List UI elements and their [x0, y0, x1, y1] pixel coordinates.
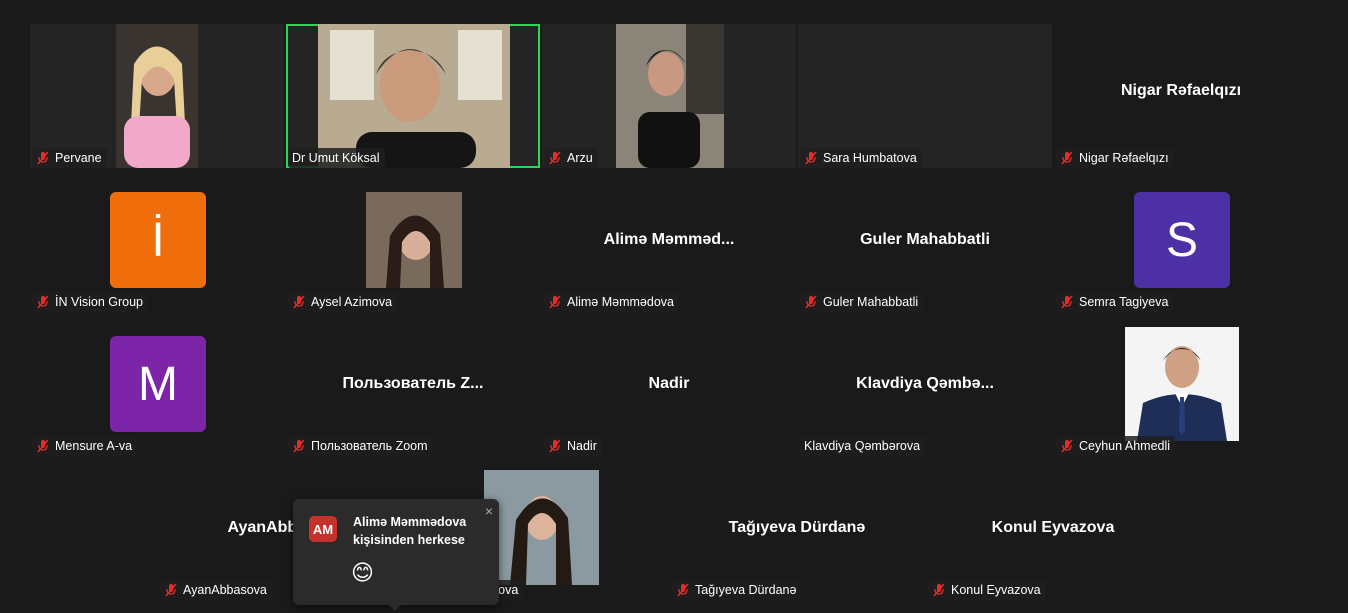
participant-label: Nigar Rəfaelqızı: [1056, 148, 1174, 168]
participant-name: Ceyhun Ahmedli: [1079, 439, 1171, 453]
participant-tile-konul[interactable]: Konul Eyvazova Konul Eyvazova: [926, 456, 1180, 600]
mic-muted-icon: [37, 151, 49, 165]
participant-label: Guler Mahabbatli: [800, 292, 924, 312]
mic-muted-icon: [1061, 439, 1073, 453]
participant-name: Guler Mahabbatli: [823, 295, 919, 309]
participant-name: Nadir: [567, 439, 597, 453]
participant-tile-nadir[interactable]: Nadir Nadir: [542, 312, 796, 456]
close-icon[interactable]: ×: [485, 503, 493, 519]
participant-name: Tağıyeva Dürdanə: [695, 583, 797, 597]
participant-display-name: Klavdiya Qəmbə...: [856, 375, 994, 392]
participant-label: Sara Humbatova: [800, 148, 922, 168]
participant-video: [318, 24, 510, 168]
avatar: İ: [110, 192, 206, 288]
participant-name: İN Vision Group: [55, 295, 144, 309]
participant-label: Mensure A-va: [32, 436, 138, 456]
participant-tile-mensure[interactable]: M Mensure A-va: [30, 312, 284, 456]
mic-muted-icon: [805, 295, 817, 309]
participant-name: Semra Tagiyeva: [1079, 295, 1169, 309]
participant-label: Tağıyeva Dürdanə: [672, 580, 802, 600]
participant-tile-ceyhun[interactable]: Ceyhun Ahmedli: [1054, 312, 1308, 456]
participant-avatar-photo: [1125, 327, 1239, 441]
mic-muted-icon: [293, 295, 305, 309]
participant-name: Sara Humbatova: [823, 151, 917, 165]
mic-muted-icon: [37, 295, 49, 309]
participant-label: Aysel Azimova: [288, 292, 398, 312]
participant-name: Dr Umut Köksal: [292, 151, 380, 165]
avatar: S: [1134, 192, 1230, 288]
participant-name: Klavdiya Qəmbərova: [804, 439, 921, 453]
participant-display-name: Пользователь Z...: [342, 375, 484, 392]
mic-muted-icon: [933, 583, 945, 597]
popup-sender-name: Alimə Məmmədova: [353, 515, 467, 529]
participant-display-name: Nigar Rəfaelqızı: [1120, 82, 1242, 99]
participant-display-name: Alimə Məmməd...: [603, 231, 735, 248]
mic-muted-icon: [549, 151, 561, 165]
participant-label: Klavdiya Qəmbərova: [800, 436, 926, 456]
reaction-popup: AM Alimə Məmmədova kişisinden herkese 😊 …: [293, 499, 499, 611]
participant-tile-umut[interactable]: Dr Umut Köksal: [286, 24, 540, 168]
participant-tile-pervane[interactable]: Pervane: [30, 24, 284, 168]
participant-label: Nadir: [544, 436, 602, 456]
mic-muted-icon: [165, 583, 177, 597]
participant-video: [616, 24, 724, 168]
participant-name: Alimə Məmmədova: [567, 295, 674, 309]
participant-display-name: Konul Eyvazova: [991, 519, 1115, 536]
participant-display-name: Nadir: [648, 375, 690, 392]
participant-video: [116, 24, 198, 168]
participant-label: Ceyhun Ahmedli: [1056, 436, 1176, 456]
participant-label: AyanAbbasova: [160, 580, 272, 600]
participant-label: İN Vision Group: [32, 292, 149, 312]
participant-tile-alime[interactable]: Alimə Məmməd... Alimə Məmmədova: [542, 168, 796, 312]
participant-label: Semra Tagiyeva: [1056, 292, 1174, 312]
popup-recipient: kişisinden herkese: [353, 533, 465, 547]
participant-tile-invision[interactable]: İ İN Vision Group: [30, 168, 284, 312]
sender-avatar: AM: [309, 516, 337, 542]
participant-name: Pervane: [55, 151, 102, 165]
participant-tile-zoomuser[interactable]: Пользователь Z... Пользователь Zoom: [286, 312, 540, 456]
mic-muted-icon: [805, 151, 817, 165]
mic-muted-icon: [677, 583, 689, 597]
participant-name: Mensure A-va: [55, 439, 133, 453]
participant-tile-arzu[interactable]: Arzu: [542, 24, 796, 168]
participant-tile-guler[interactable]: Guler Mahabbatli Guler Mahabbatli: [798, 168, 1052, 312]
participant-label: Arzu: [544, 148, 598, 168]
participant-tile-durdane[interactable]: Tağıyeva Dürdanə Tağıyeva Dürdanə: [670, 456, 924, 600]
participant-name: Arzu: [567, 151, 593, 165]
popup-pointer: [389, 605, 401, 611]
participant-label: Dr Umut Köksal: [288, 148, 385, 168]
participant-name: Aysel Azimova: [311, 295, 393, 309]
participant-tile-sara[interactable]: Sara Humbatova: [798, 24, 1052, 168]
participant-name: Konul Eyvazova: [951, 583, 1041, 597]
participant-tile-klavdiya[interactable]: Klavdiya Qəmbə... Klavdiya Qəmbərova: [798, 312, 1052, 456]
participant-avatar-photo: [484, 470, 599, 585]
participant-name: AyanAbbasova: [183, 583, 267, 597]
participant-tile-semra[interactable]: S Semra Tagiyeva: [1054, 168, 1308, 312]
participant-name: Пользователь Zoom: [311, 439, 428, 453]
avatar: M: [110, 336, 206, 432]
participant-tile-aysel[interactable]: Aysel Azimova: [286, 168, 540, 312]
mic-muted-icon: [37, 439, 49, 453]
participant-display-name: Tağıyeva Dürdanə: [728, 519, 866, 536]
mic-muted-icon: [1061, 151, 1073, 165]
mic-muted-icon: [293, 439, 305, 453]
mic-muted-icon: [549, 439, 561, 453]
participant-label: Pervane: [32, 148, 107, 168]
smile-emoji-icon: 😊: [351, 560, 374, 585]
mic-muted-icon: [1061, 295, 1073, 309]
participant-tile-nigar[interactable]: Nigar Rəfaelqızı Nigar Rəfaelqızı: [1054, 24, 1308, 168]
mic-muted-icon: [549, 295, 561, 309]
participant-avatar-photo: [366, 192, 462, 288]
participant-label: Пользователь Zoom: [288, 436, 433, 456]
participant-name: Nigar Rəfaelqızı: [1079, 151, 1169, 165]
participant-label: Alimə Məmmədova: [544, 292, 679, 312]
participant-label: Konul Eyvazova: [928, 580, 1046, 600]
participant-display-name: Guler Mahabbatli: [860, 231, 990, 248]
